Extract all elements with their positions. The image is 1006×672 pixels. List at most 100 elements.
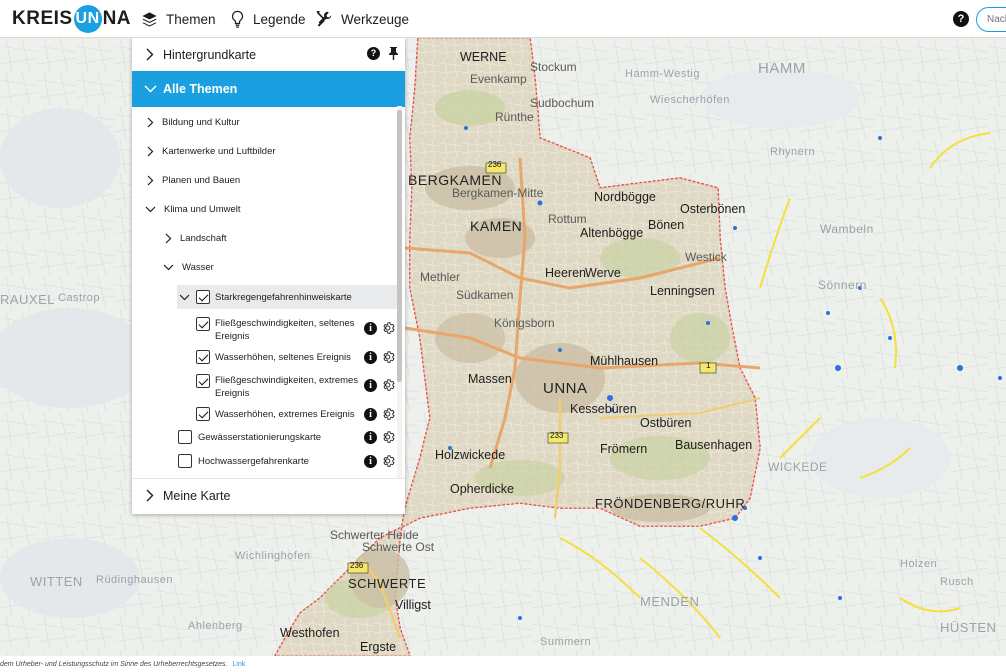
place-label: Sönnern — [818, 278, 867, 292]
place-label: Evenkamp — [470, 72, 527, 86]
place-label: FRÖNDENBERG/RUHR — [595, 496, 746, 511]
place-label: Mühlhausen — [590, 354, 659, 368]
theme-klima[interactable]: Klima und Umwelt — [145, 198, 241, 220]
theme-planen[interactable]: Planen und Bauen — [147, 169, 240, 191]
road-label: 1 — [706, 361, 711, 370]
info-icon[interactable]: i — [364, 408, 377, 421]
place-label: Frömern — [600, 442, 648, 456]
layer-checkbox[interactable] — [196, 407, 210, 421]
copyright-footer: dem Urheber- und Leistungsschutz im Sinn… — [0, 656, 1006, 672]
footer-link[interactable]: Link — [233, 661, 246, 668]
place-label: Altenbögge — [580, 226, 644, 240]
help-icon[interactable]: ? — [953, 11, 969, 27]
group-starkregen[interactable]: Starkregengefahrenhinweiskarte — [177, 285, 397, 309]
search-input[interactable] — [976, 7, 1006, 32]
themen-button[interactable]: Themen — [141, 8, 216, 30]
chevron-right-icon — [146, 489, 154, 502]
place-label: Castrop — [58, 292, 101, 304]
layer-checkbox[interactable] — [196, 350, 210, 364]
info-icon[interactable]: i — [364, 379, 377, 392]
info-icon[interactable]: i — [364, 431, 377, 444]
gear-icon[interactable] — [382, 321, 396, 335]
place-label: SCHWERTE — [348, 576, 427, 591]
theme-landschaft[interactable]: Landschaft — [165, 227, 226, 249]
layer-checkbox[interactable] — [178, 430, 192, 444]
place-label: Ergste — [360, 640, 397, 654]
layer-checkbox[interactable] — [196, 374, 210, 388]
gear-icon[interactable] — [382, 407, 396, 421]
theme-bildung[interactable]: Bildung und Kultur — [147, 111, 240, 133]
place-label: WERNE — [460, 50, 507, 64]
place-label: HAMM — [758, 60, 806, 77]
place-label: Nordbögge — [594, 190, 656, 204]
place-label: Villigst — [395, 598, 431, 612]
place-label: Rusch — [940, 576, 974, 588]
road-label: 233 — [550, 431, 564, 440]
place-label: Schwerte Ost — [362, 540, 435, 554]
place-label: Wichlinghofen — [235, 550, 311, 562]
chevron-down-icon — [145, 206, 156, 212]
place-label: WITTEN — [30, 574, 83, 589]
gear-icon[interactable] — [382, 430, 396, 444]
place-label: MENDEN — [640, 594, 700, 609]
chevron-right-icon — [147, 117, 154, 127]
chevron-right-icon — [147, 146, 154, 156]
place-label: Methler — [420, 270, 461, 284]
scrollbar-thumb[interactable] — [397, 110, 402, 382]
chevron-down-icon — [144, 85, 157, 93]
tools-icon — [316, 10, 332, 27]
gear-icon[interactable] — [382, 350, 396, 364]
layer-checkbox[interactable] — [196, 317, 210, 331]
place-label: HÜSTEN — [940, 620, 997, 635]
gear-icon[interactable] — [382, 378, 396, 392]
place-label: Rüdinghausen — [96, 574, 173, 586]
place-label: Südkamen — [456, 288, 514, 302]
info-icon[interactable]: i — [364, 455, 377, 468]
all-themes-section[interactable]: Alle Themen — [132, 71, 405, 107]
place-label: Werve — [585, 266, 621, 280]
place-label: Wambeln — [820, 222, 874, 236]
road-label: 236 — [488, 160, 502, 169]
chevron-right-icon — [146, 48, 154, 61]
theme-kartenwerke[interactable]: Kartenwerke und Luftbilder — [147, 140, 276, 162]
place-label: Heeren — [545, 266, 586, 280]
chevron-right-icon — [147, 175, 154, 185]
place-label: Bausenhagen — [675, 438, 753, 452]
place-label: Lenningsen — [650, 284, 715, 298]
place-label: Bönen — [648, 218, 685, 232]
my-map-section[interactable]: Meine Karte — [132, 478, 405, 512]
place-label: Osterbönen — [680, 202, 746, 216]
help-icon[interactable]: ? — [367, 46, 380, 60]
info-icon[interactable]: i — [364, 351, 377, 364]
kreis-unna-logo[interactable]: KREIS UN NA — [12, 5, 131, 33]
layer-row: Hochwassergefahrenkarte i — [132, 453, 405, 471]
info-icon[interactable]: i — [364, 322, 377, 335]
place-label: Stockum — [530, 60, 577, 74]
place-label: Ostbüren — [640, 416, 692, 430]
gear-icon[interactable] — [382, 454, 396, 468]
pin-icon[interactable] — [388, 46, 399, 60]
place-label: Rünthe — [495, 110, 534, 124]
place-label: Kessebüren — [570, 402, 637, 416]
place-label: Westhofen — [280, 626, 340, 640]
place-label: Summern — [540, 636, 592, 648]
place-label: Hamm-Westig — [625, 68, 700, 80]
layer-checkbox[interactable] — [178, 454, 192, 468]
place-label: Massen — [468, 372, 512, 386]
layer-row: Fließgeschwindigkeiten, seltenes Ereigni… — [132, 316, 405, 344]
legende-button[interactable]: Legende — [230, 8, 306, 30]
layer-row: Fließgeschwindigkeiten, extremes Ereigni… — [132, 373, 405, 401]
place-label: Rottum — [548, 212, 587, 226]
top-toolbar: KREIS UN NA Themen Legende Werkzeuge ? — [0, 0, 1006, 38]
group-checkbox[interactable] — [196, 290, 210, 304]
theme-wasser[interactable]: Wasser — [163, 256, 214, 278]
layer-row: Wasserhöhen, seltenes Ereignis i — [132, 349, 405, 367]
layers-icon — [142, 11, 157, 27]
lightbulb-icon — [231, 10, 244, 28]
chevron-down-icon — [179, 294, 190, 301]
layer-row: Gewässerstationierungskarte i — [132, 429, 405, 447]
place-label: Opherdicke — [450, 482, 514, 496]
werkzeuge-button[interactable]: Werkzeuge — [315, 8, 409, 30]
background-map-section[interactable]: Hintergrundkarte ? — [132, 38, 405, 72]
place-label: Westick — [685, 250, 727, 264]
